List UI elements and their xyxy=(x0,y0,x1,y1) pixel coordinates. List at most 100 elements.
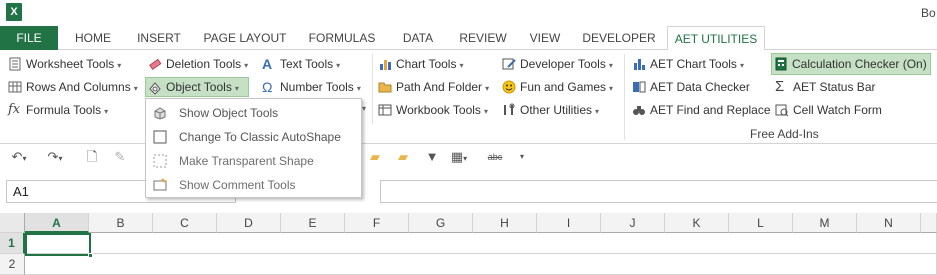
undo-icon[interactable]: ↶▾ xyxy=(6,148,32,166)
new-document-icon[interactable]: 🗋 xyxy=(84,148,100,166)
column-header[interactable]: A xyxy=(25,213,89,233)
column-header[interactable]: H xyxy=(473,213,537,233)
aet-data-checker-label: AET Data Checker xyxy=(650,80,750,94)
rows-columns-button[interactable]: Rows And Columns ▾ xyxy=(6,77,138,97)
quick-access-toolbar: ↶▾ ↷▾ 🗋 ✎ ▰ ▰ ▼ ▦▾ abc ▾ xyxy=(0,144,937,171)
aet-status-bar-label: AET Status Bar xyxy=(793,80,876,94)
calculator-icon xyxy=(775,57,787,71)
cell-watch-form-button[interactable]: Cell Watch Form xyxy=(773,100,882,120)
aet-status-bar-button[interactable]: Σ AET Status Bar xyxy=(773,77,875,97)
aet-find-replace-button[interactable]: AET Find and Replace xyxy=(630,100,771,120)
menu-item-classic-autoshape[interactable]: Change To Classic AutoShape xyxy=(147,125,360,149)
chevron-down-icon: ▾ xyxy=(362,104,367,113)
select-all-corner[interactable] xyxy=(0,213,25,233)
cell-watch-icon xyxy=(775,104,789,117)
row-header[interactable]: 2 xyxy=(0,254,25,275)
formula-tools-button[interactable]: fx Formula Tools ▾ xyxy=(6,100,108,120)
worksheet-tools-button[interactable]: Worksheet Tools ▾ xyxy=(6,54,121,74)
cell-watch-form-label: Cell Watch Form xyxy=(793,103,882,117)
comment-icon xyxy=(153,178,167,191)
menu-item-show-object-tools[interactable]: Show Object Tools xyxy=(147,101,360,125)
folder-icon xyxy=(378,82,392,93)
fun-games-button[interactable]: Fun and Games ▾ xyxy=(500,77,613,97)
aet-data-checker-button[interactable]: AET Data Checker xyxy=(630,77,750,97)
aet-chart-tools-button[interactable]: AET Chart Tools ▾ xyxy=(630,54,744,74)
fill-handle[interactable] xyxy=(88,253,93,258)
text-tools-button[interactable]: A Text Tools ▾ xyxy=(260,54,340,74)
customize-qat-icon[interactable]: ▾ xyxy=(516,148,528,166)
square-shape-icon xyxy=(153,130,167,144)
chevron-down-icon: ▾ xyxy=(104,107,109,116)
omega-icon: Ω xyxy=(262,79,273,95)
selected-cell-a1[interactable] xyxy=(25,233,91,256)
table-grid-icon xyxy=(8,81,22,93)
tab-home[interactable]: HOME xyxy=(62,26,124,50)
row-header[interactable]: 1 xyxy=(0,233,25,254)
tab-insert[interactable]: INSERT xyxy=(128,26,190,50)
tab-aet-utilities[interactable]: AET UTILITIES xyxy=(667,26,765,51)
open-folder-icon[interactable]: ▰ xyxy=(366,148,384,166)
table-icon[interactable]: ▦▾ xyxy=(446,148,472,166)
developer-tools-label: Developer Tools xyxy=(520,57,606,71)
calculation-checker-button[interactable]: Calculation Checker (On) xyxy=(771,53,931,75)
chevron-down-icon: ▾ xyxy=(483,107,488,116)
tab-data[interactable]: DATA xyxy=(390,26,446,50)
row-cells[interactable] xyxy=(25,233,937,254)
number-tools-button[interactable]: Ω Number Tools ▾ xyxy=(260,77,361,97)
filter-icon[interactable]: ▼ xyxy=(424,148,440,166)
column-header[interactable]: F xyxy=(345,213,409,233)
column-header[interactable]: E xyxy=(281,213,345,233)
spelling-icon[interactable]: abc xyxy=(482,148,508,166)
column-header[interactable]: G xyxy=(409,213,473,233)
tab-review[interactable]: REVIEW xyxy=(452,26,514,50)
tab-view[interactable]: VIEW xyxy=(522,26,568,50)
tab-file[interactable]: FILE xyxy=(0,26,58,50)
formula-input[interactable] xyxy=(380,180,937,203)
path-folder-button[interactable]: Path And Folder ▾ xyxy=(376,77,489,97)
title-bar: X Bo xyxy=(0,0,937,26)
chevron-down-icon: ▾ xyxy=(485,84,490,93)
ribbon-tabs: FILE HOME INSERT PAGE LAYOUT FORMULAS DA… xyxy=(0,26,937,51)
deletion-tools-label: Deletion Tools xyxy=(166,57,242,71)
deletion-tools-button[interactable]: Deletion Tools ▾ xyxy=(146,54,248,74)
chart-tools-button[interactable]: Chart Tools ▾ xyxy=(376,54,464,74)
menu-item-show-comment-tools[interactable]: Show Comment Tools xyxy=(147,173,360,197)
menu-item-label: Show Object Tools xyxy=(179,106,279,120)
developer-icon xyxy=(502,58,516,70)
menu-item-label: Make Transparent Shape xyxy=(179,154,314,168)
column-header[interactable]: C xyxy=(153,213,217,233)
chevron-down-icon: ▾ xyxy=(244,61,249,70)
folder-icon[interactable]: ▰ xyxy=(394,148,412,166)
bar-chart-icon xyxy=(380,60,391,70)
workbook-tools-button[interactable]: Workbook Tools ▾ xyxy=(376,100,488,120)
column-header[interactable]: B xyxy=(89,213,153,233)
chevron-down-icon: ▾ xyxy=(234,84,239,93)
object-tools-menu: Show Object Tools Change To Classic Auto… xyxy=(145,98,362,198)
tab-developer[interactable]: DEVELOPER xyxy=(576,26,662,50)
column-header[interactable]: M xyxy=(793,213,857,233)
column-header[interactable]: L xyxy=(729,213,793,233)
fun-games-label: Fun and Games xyxy=(520,80,607,94)
format-painter-icon[interactable]: ✎ xyxy=(112,148,128,166)
column-header[interactable]: I xyxy=(537,213,601,233)
sigma-icon: Σ xyxy=(775,78,785,95)
object-tools-button[interactable]: Object Tools ▾ xyxy=(145,77,249,97)
menu-item-transparent-shape[interactable]: Make Transparent Shape xyxy=(147,149,360,173)
column-header[interactable]: K xyxy=(665,213,729,233)
other-utilities-button[interactable]: Other Utilities ▾ xyxy=(500,100,599,120)
row-cells[interactable] xyxy=(25,254,937,275)
menu-item-label: Show Comment Tools xyxy=(179,178,296,192)
column-header[interactable]: J xyxy=(601,213,665,233)
worksheet-icon xyxy=(9,57,21,71)
column-header[interactable]: N xyxy=(857,213,921,233)
chevron-down-icon: ▾ xyxy=(609,84,614,93)
tab-formulas[interactable]: FORMULAS xyxy=(302,26,382,50)
column-header[interactable] xyxy=(921,213,937,233)
column-header[interactable]: D xyxy=(217,213,281,233)
redo-icon[interactable]: ↷▾ xyxy=(42,148,68,166)
developer-tools-button[interactable]: Developer Tools ▾ xyxy=(500,54,613,74)
binoculars-icon xyxy=(633,106,645,115)
chevron-down-icon: ▾ xyxy=(595,107,600,116)
tab-page-layout[interactable]: PAGE LAYOUT xyxy=(196,26,294,50)
smiley-icon xyxy=(502,80,516,94)
